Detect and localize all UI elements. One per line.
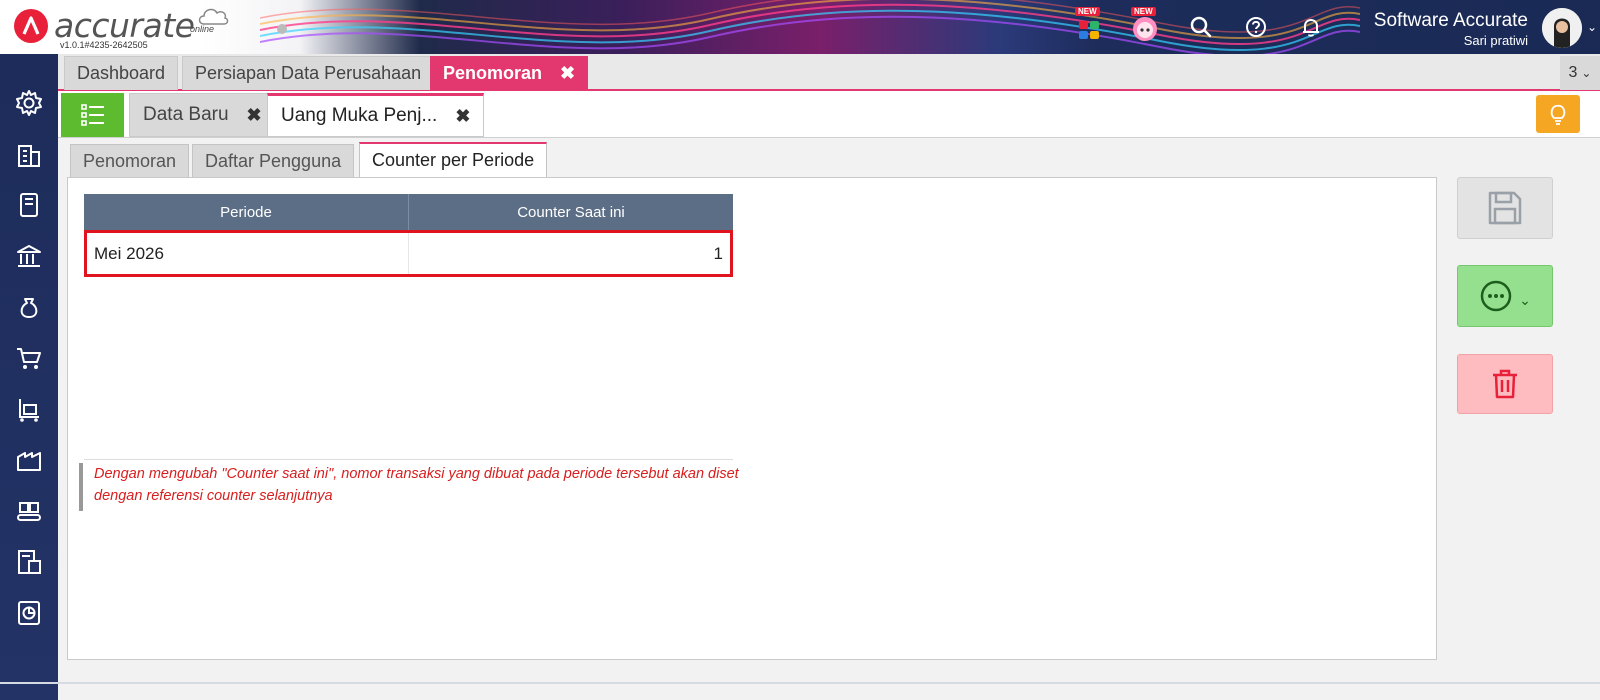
search-button[interactable]: [1184, 10, 1218, 44]
conveyor-icon: [17, 502, 41, 521]
assistant-avatar-icon: [1133, 17, 1157, 41]
column-header-counter[interactable]: Counter Saat ini: [409, 194, 733, 230]
open-tabs-dropdown[interactable]: 3 ⌄: [1560, 56, 1600, 90]
trolley-icon: [19, 399, 39, 422]
header-dot: [277, 24, 287, 34]
tab-label: Data Baru: [143, 104, 229, 125]
tab-counter-per-periode[interactable]: Counter per Periode: [359, 142, 548, 178]
tips-button[interactable]: [1536, 95, 1580, 133]
tax-icon: [18, 550, 41, 574]
help-button[interactable]: [1239, 10, 1273, 44]
chevron-down-icon: ⌄: [1519, 291, 1531, 308]
close-icon[interactable]: ✖: [455, 106, 470, 127]
tab-label: Dashboard: [77, 63, 166, 83]
gear-icon: [16, 90, 42, 116]
main-tab-bar: Dashboard Persiapan Data Perusahaan Peno…: [58, 54, 1600, 91]
bottom-border: [0, 682, 1600, 684]
sidebar-purchase[interactable]: [12, 392, 46, 426]
sidebar: [0, 54, 58, 700]
sidebar-tax[interactable]: [12, 545, 46, 579]
form-panel: Periode Counter Saat ini Mei 2026 1 Deng…: [67, 177, 1437, 660]
close-icon[interactable]: ✖: [247, 105, 262, 126]
warehouse-icon: [17, 452, 41, 471]
help-icon: [1246, 17, 1266, 37]
column-header-periode[interactable]: Periode: [84, 194, 409, 230]
tab-penomoran-form[interactable]: Penomoran: [70, 144, 190, 178]
building-icon: [18, 145, 40, 167]
tab-uang-muka[interactable]: Uang Muka Penj... ✖: [267, 93, 485, 137]
logo-sub: online: [190, 24, 215, 34]
sidebar-company[interactable]: [12, 137, 46, 171]
top-header: accurate online v1.0.1#4235-2642505 NEW …: [0, 0, 1600, 54]
new-badge: NEW: [1075, 7, 1100, 16]
sidebar-bank[interactable]: [12, 239, 46, 273]
tab-label: Persiapan Data Perusahaan: [195, 63, 422, 83]
chevron-down-icon: ⌄: [1581, 66, 1592, 80]
company-name[interactable]: Software Accurate: [1374, 10, 1528, 32]
cart-icon: [17, 348, 41, 369]
search-icon: [1190, 16, 1212, 38]
notification-button[interactable]: [1294, 10, 1328, 44]
accurate-logo-icon: [14, 8, 48, 43]
sub-tab-bar: Data Baru ✖ Uang Muka Penj... ✖: [58, 91, 1600, 138]
table-row[interactable]: Mei 2026 1: [84, 230, 733, 277]
cell-counter[interactable]: 1: [409, 233, 730, 274]
report-chart-icon: [18, 601, 40, 625]
save-icon: [1488, 191, 1522, 225]
bank-icon: [17, 245, 41, 267]
tab-label: Penomoran: [443, 63, 543, 83]
sidebar-inventory[interactable]: [12, 443, 46, 477]
sidebar-assets[interactable]: [12, 494, 46, 528]
counter-grid: Periode Counter Saat ini Mei 2026 1: [84, 194, 733, 460]
money-bag-icon: [20, 298, 38, 318]
tab-label: Penomoran: [83, 150, 177, 171]
main-area: Dashboard Persiapan Data Perusahaan Peno…: [58, 54, 1600, 700]
cloud-icon: [198, 8, 229, 25]
cell-periode[interactable]: Mei 2026: [87, 233, 409, 274]
apps-button[interactable]: NEW: [1072, 7, 1106, 44]
list-icon: [80, 104, 104, 126]
delete-button[interactable]: [1457, 354, 1553, 414]
tab-daftar-pengguna[interactable]: Daftar Pengguna: [192, 144, 355, 178]
sidebar-finance[interactable]: [12, 290, 46, 324]
user-name: Sari pratiwi: [1463, 33, 1528, 48]
sidebar-sales[interactable]: [12, 341, 46, 375]
more-options-icon: [1480, 280, 1512, 312]
open-tabs-count: 3: [1568, 64, 1578, 81]
trash-icon: [1493, 369, 1517, 399]
save-button[interactable]: [1457, 177, 1553, 239]
tab-dashboard[interactable]: Dashboard: [64, 56, 179, 90]
info-note: Dengan mengubah "Counter saat ini", nomo…: [79, 463, 739, 511]
chevron-down-icon[interactable]: ⌄: [1587, 20, 1597, 34]
grid-header: Periode Counter Saat ini: [84, 194, 733, 230]
book-icon: [20, 193, 38, 217]
close-icon[interactable]: ✖: [560, 63, 575, 84]
tab-persiapan-data[interactable]: Persiapan Data Perusahaan: [182, 56, 435, 90]
list-button[interactable]: [61, 93, 124, 137]
new-badge: NEW: [1131, 7, 1156, 16]
grid-divider: [84, 459, 733, 460]
bell-icon: [1303, 19, 1319, 37]
sidebar-ledger[interactable]: [12, 188, 46, 222]
tab-label: Daftar Pengguna: [205, 150, 342, 171]
tab-penomoran[interactable]: Penomoran ✖: [430, 56, 589, 90]
tab-label: Counter per Periode: [372, 150, 535, 170]
tab-data-baru[interactable]: Data Baru ✖: [129, 93, 276, 137]
lightbulb-icon: [1550, 104, 1566, 125]
tab-label: Uang Muka Penj...: [281, 105, 438, 126]
version-label: v1.0.1#4235-2642505: [60, 40, 148, 50]
avatar-icon: [1542, 8, 1582, 48]
user-avatar[interactable]: [1542, 8, 1582, 48]
sidebar-settings[interactable]: [12, 86, 46, 120]
sidebar-reports[interactable]: [12, 596, 46, 630]
more-actions-button[interactable]: ⌄: [1457, 265, 1553, 327]
assistant-button[interactable]: NEW: [1128, 7, 1162, 44]
apps-grid-icon: [1079, 21, 1099, 39]
